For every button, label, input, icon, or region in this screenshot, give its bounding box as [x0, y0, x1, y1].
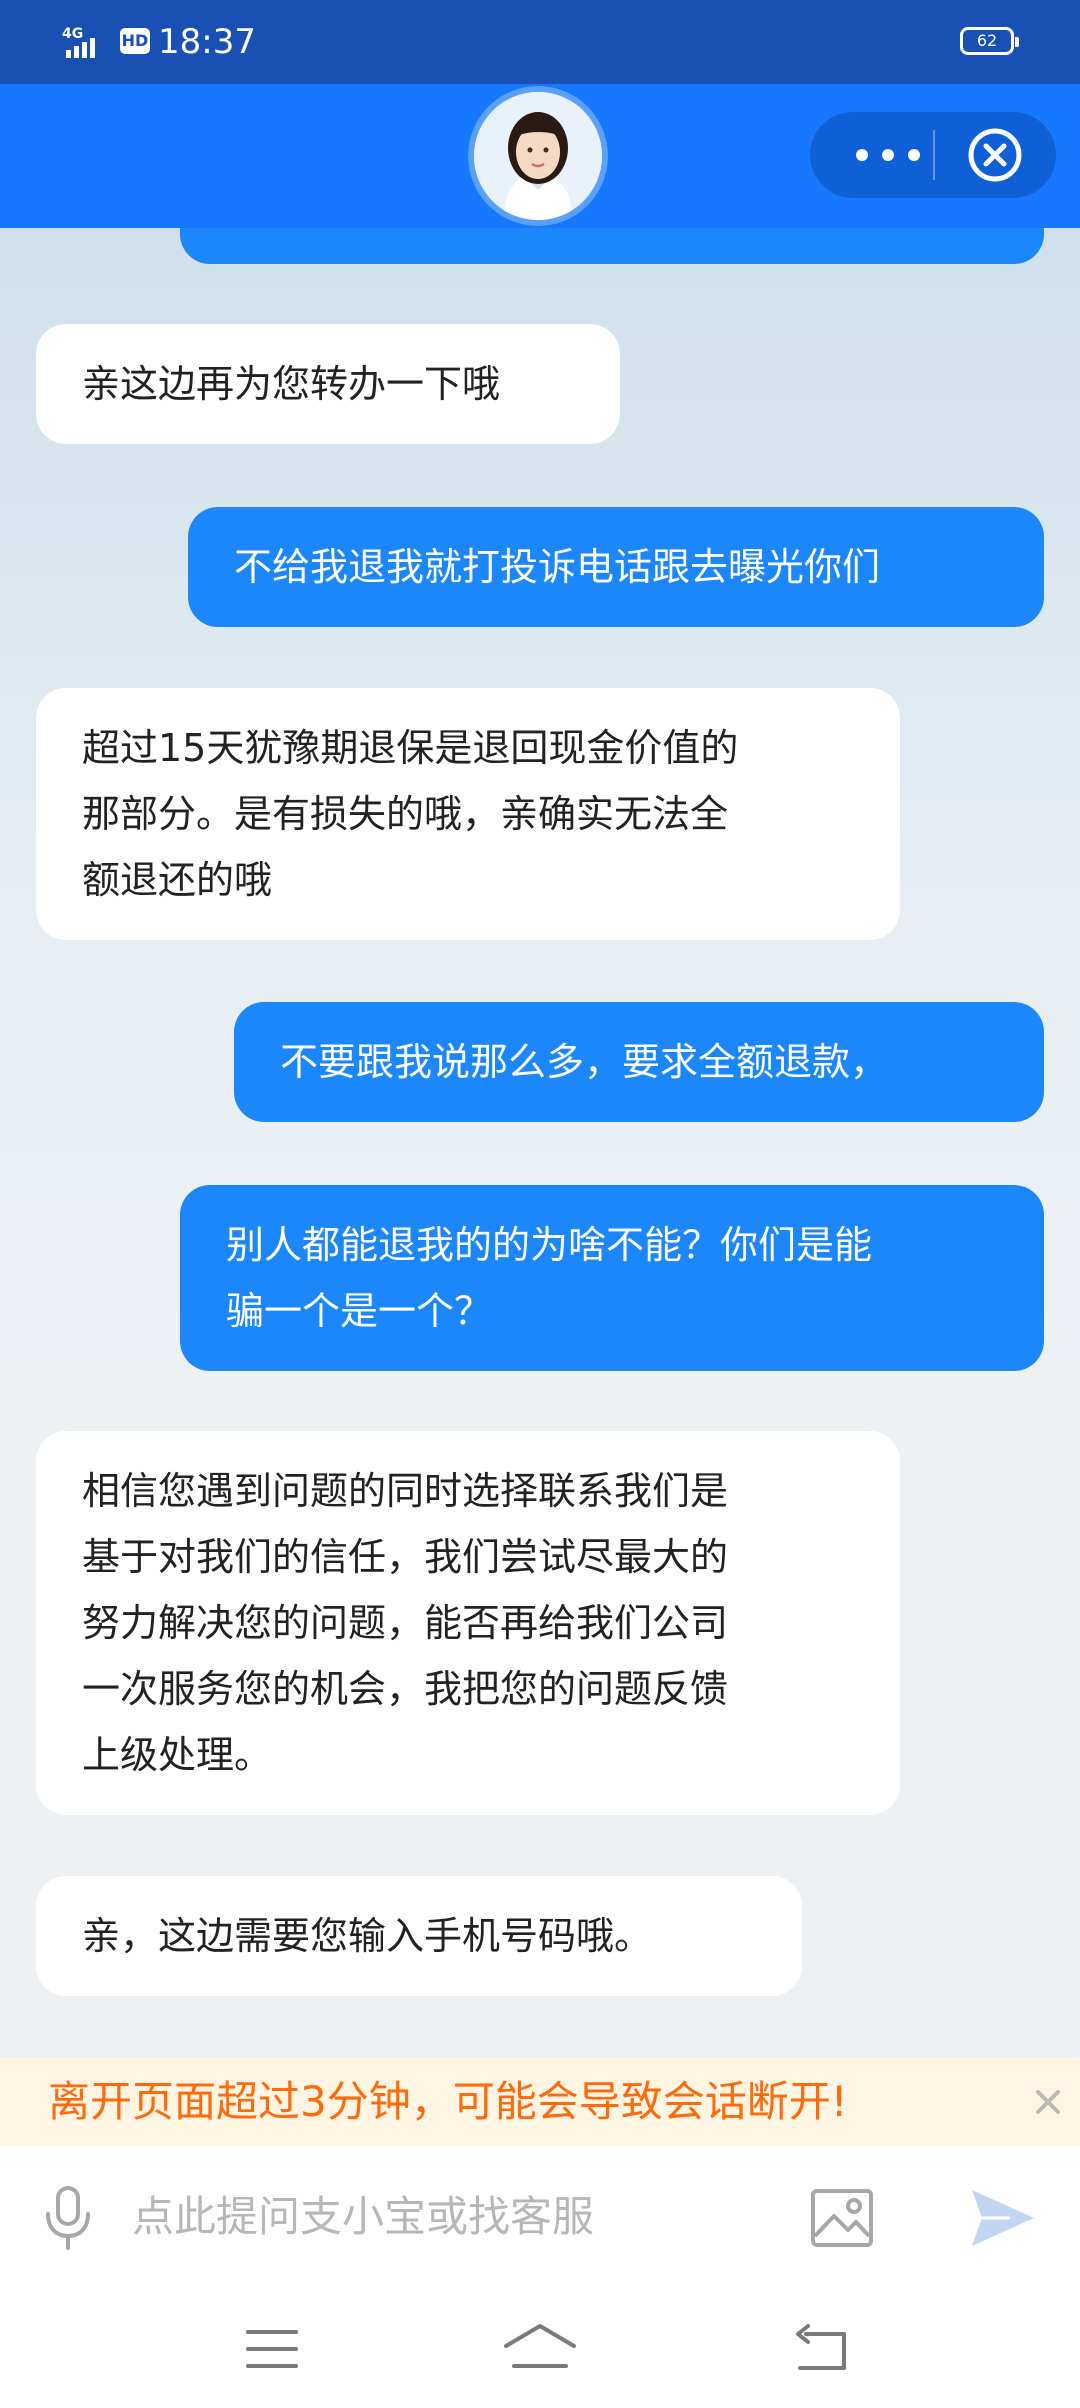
message-line: 一次服务您的机会，我把您的问题反馈 [82, 1667, 729, 1711]
notice-text: 离开页面超过3分钟，可能会导致会话断开! [48, 2077, 848, 2126]
message-line: 基于对我们的信任，我们尝试尽最大的 [82, 1535, 729, 1579]
hd-badge: HD [120, 28, 150, 54]
network-label: 4G [62, 26, 83, 42]
message-line: 亲这边再为您转办一下哦 [82, 362, 501, 406]
agent-avatar[interactable] [474, 92, 602, 220]
input-bar [0, 2146, 1080, 2286]
message-bubble-user[interactable]: 别人都能退我的的为啥不能？你们是能 骗一个是一个？ [180, 1185, 1044, 1371]
mini-program-capsule [810, 112, 1056, 198]
status-bar: 4G HD 18:37 62 [0, 0, 1080, 84]
system-nav-bar [0, 2286, 1080, 2408]
message-line: 那部分。是有损失的哦，亲确实无法全 [82, 792, 729, 836]
battery-level: 62 [976, 31, 998, 50]
message-line: 别人都能退我的的为啥不能？你们是能 [226, 1223, 873, 1267]
avatar-portrait-icon [474, 92, 602, 220]
capsule-divider [933, 130, 935, 180]
message-bubble-user[interactable]: 不要跟我说那么多，要求全额退款， [234, 1002, 1044, 1122]
microphone-icon[interactable] [40, 2184, 96, 2252]
timeout-notice: 离开页面超过3分钟，可能会导致会话断开! [0, 2058, 1080, 2146]
more-dots-icon[interactable] [848, 142, 928, 168]
home-icon[interactable] [500, 2322, 580, 2376]
message-line: 亲，这边需要您输入手机号码哦。 [82, 1914, 653, 1958]
message-line: 相信您遇到问题的同时选择联系我们是 [82, 1469, 729, 1513]
status-time: 18:37 [158, 22, 256, 62]
image-icon[interactable] [810, 2188, 874, 2248]
message-line: 不给我退我就打投诉电话跟去曝光你们 [234, 545, 881, 589]
message-bubble-agent[interactable]: 亲，这边需要您输入手机号码哦。 [36, 1876, 802, 1996]
message-line: 不要跟我说那么多，要求全额退款， [280, 1040, 889, 1084]
chat-messages[interactable]: 亲这边再为您转办一下哦 不给我退我就打投诉电话跟去曝光你们 超过15天犹豫期退保… [0, 228, 1080, 2058]
previous-message-bubble [180, 228, 1044, 264]
message-bubble-agent[interactable]: 相信您遇到问题的同时选择联系我们是 基于对我们的信任，我们尝试尽最大的 努力解决… [36, 1431, 900, 1815]
message-line: 上级处理。 [82, 1733, 273, 1777]
message-line: 努力解决您的问题，能否再给我们公司 [82, 1601, 729, 1645]
battery-icon: 62 [960, 27, 1019, 55]
send-icon[interactable] [970, 2186, 1036, 2250]
chat-header [0, 84, 1080, 228]
message-bubble-user[interactable]: 不给我退我就打投诉电话跟去曝光你们 [188, 507, 1044, 627]
message-bubble-agent[interactable]: 超过15天犹豫期退保是退回现金价值的 那部分。是有损失的哦，亲确实无法全 额退还… [36, 688, 900, 940]
menu-icon[interactable] [244, 2326, 300, 2372]
message-input[interactable] [132, 2182, 772, 2252]
message-line: 超过15天犹豫期退保是退回现金价值的 [82, 726, 739, 770]
message-line: 骗一个是一个？ [226, 1289, 493, 1333]
close-icon[interactable] [1030, 2084, 1066, 2120]
back-icon[interactable] [792, 2324, 852, 2374]
close-circle-icon[interactable] [966, 126, 1024, 184]
signal-icon: 4G [62, 26, 95, 58]
message-line: 额退还的哦 [82, 858, 273, 902]
message-bubble-agent[interactable]: 亲这边再为您转办一下哦 [36, 324, 620, 444]
